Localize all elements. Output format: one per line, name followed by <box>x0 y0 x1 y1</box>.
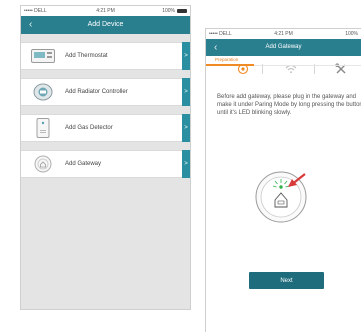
list-item-add-gas-detector[interactable]: Add Gas Detector > <box>21 114 190 142</box>
gateway-pairing-illustration <box>255 157 315 229</box>
next-button[interactable]: Next <box>249 272 324 289</box>
instruction-text: Before add gateway, please plug in the g… <box>217 94 361 116</box>
battery-icon <box>177 9 187 13</box>
battery-label: 100% <box>162 8 175 14</box>
add-gateway-screen: ••••• DELL 4:21 PM 100% ‹ Add Gateway Pr… <box>205 28 361 332</box>
list-item-add-gateway[interactable]: Add Gateway > <box>21 150 190 178</box>
thermostat-icon <box>31 46 55 66</box>
device-list: Add Thermostat > Add Radiator Controller… <box>21 34 190 309</box>
gateway-icon <box>31 154 55 174</box>
chevron-right-icon: > <box>182 42 190 70</box>
device-label: Add Gas Detector <box>65 125 113 131</box>
status-time: 4:21 PM <box>274 31 293 37</box>
chevron-right-icon: > <box>182 78 190 106</box>
active-step-label: Preparation <box>215 57 239 62</box>
add-device-screen: ••••• DELL 4:21 PM 100% ‹ Add Device Add… <box>20 5 191 310</box>
list-item-add-radiator-controller[interactable]: Add Radiator Controller > <box>21 78 190 106</box>
device-label: Add Thermostat <box>65 53 108 59</box>
device-label: Add Radiator Controller <box>65 89 128 95</box>
battery-indicator: 100% <box>162 6 187 16</box>
page-title: Add Gateway <box>265 44 302 50</box>
radiator-controller-icon <box>31 82 55 102</box>
page-title: Add Device <box>87 21 124 28</box>
device-label: Add Gateway <box>65 161 102 167</box>
chevron-right-icon: > <box>182 150 190 178</box>
nav-bar: ‹ Add Gateway <box>206 39 361 56</box>
battery-label: 100% <box>345 31 358 37</box>
battery-indicator: 100% <box>345 29 358 39</box>
progress-active-segment <box>206 64 254 66</box>
status-bar: ••••• DELL 4:21 PM 100% <box>21 6 190 16</box>
list-item-add-thermostat[interactable]: Add Thermostat > <box>21 42 190 70</box>
chevron-right-icon: > <box>182 114 190 142</box>
gas-detector-icon <box>31 118 55 138</box>
status-bar: ••••• DELL 4:21 PM 100% <box>206 29 361 39</box>
nav-bar: ‹ Add Device <box>21 16 190 34</box>
